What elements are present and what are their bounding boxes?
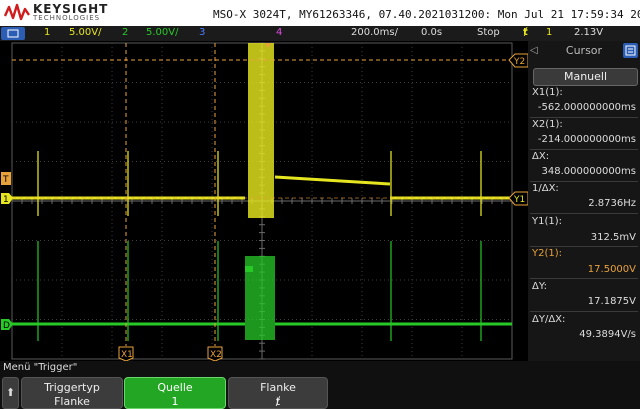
softkey-slope[interactable]: Flanke ⱦ [228,377,328,409]
ch1-scale[interactable]: 5.00V/ [69,27,101,38]
y2-value: 17.5000V [587,264,636,275]
x2-cursor-label: X2 [210,350,222,360]
model-info: MSO-X 3024T, MY61263346, 07.40.202103120… [213,8,640,21]
menu-title: Menü "Trigger" [3,362,78,373]
y2-cursor-label: Y2 [513,57,525,67]
separator [530,278,638,279]
dydx-label: ΔY/ΔX: [532,314,566,325]
waveform-grid[interactable]: T 1 D Y2 Y1 X1 X2 [0,41,529,362]
keysight-logo: KEYSIGHT TECHNOLOGIES [4,2,124,23]
x2-cursor-tag[interactable]: X2 [207,346,223,362]
dydx-value: 49.3894V/s [579,329,636,340]
dx-label: ΔX: [532,151,550,162]
softkey-row: ⬆ Triggertyp Flanke Quelle 1 Flanke ⱦ [0,377,640,409]
softkey-value: ⱦ [275,395,281,408]
trigger-edge-icon: ⱦ [523,27,528,38]
ch1-ground-label: 1 [3,195,9,205]
x1-cursor-label: X1 [121,350,133,360]
y1-value: 312.5mV [590,232,636,243]
softkey-menu: Menü "Trigger" ⬆ Triggertyp Flanke Quell… [0,361,640,409]
panel-menu-icon[interactable] [623,43,638,58]
trigger-level-label: T [2,175,9,185]
softkey-value: 1 [171,395,179,408]
up-arrow-icon: ⬆ [5,386,16,399]
time-scale[interactable]: 200.0ms/ [351,27,398,38]
ch2-number[interactable]: 2 [122,27,128,38]
separator [530,181,638,182]
ch2-ground-label: D [3,321,10,331]
y2-label[interactable]: Y2(1): [532,248,562,259]
dy-value: 17.1875V [587,296,636,307]
brand-subtitle: TECHNOLOGIES [33,14,101,22]
ch3-number[interactable]: 3 [199,27,205,38]
separator [530,246,638,247]
separator [530,149,638,150]
y1-cursor-label: Y1 [513,195,525,205]
softkey-source[interactable]: Quelle 1 [124,377,226,409]
softkey-label: Triggertyp [44,381,100,394]
cursor-panel: ◁ Cursor Manuell X1(1): -562.000000000ms… [528,41,640,361]
cursor-mode-button[interactable]: Manuell [533,68,638,86]
screen-icon [7,29,19,38]
inv-dx-label: 1/ΔX: [532,183,559,194]
x1-cursor-tag[interactable]: X1 [118,346,134,362]
trigger-level[interactable]: 2.13V [574,27,603,38]
dy-label: ΔY: [532,281,547,292]
inv-dx-value: 2.8736Hz [588,198,636,209]
separator [530,311,638,312]
trigger-level-marker[interactable]: T [1,172,11,185]
x1-value: -562.000000000ms [537,102,636,113]
softkey-trigger-type[interactable]: Triggertyp Flanke [21,377,123,409]
channel-status-bar: 1 5.00V/ 2 5.00V/ 3 4 200.0ms/ 0.0s Stop… [0,26,640,41]
home-button[interactable] [1,27,25,40]
ch1-number[interactable]: 1 [44,27,50,38]
y1-label[interactable]: Y1(1): [532,216,562,227]
ch4-number[interactable]: 4 [276,27,282,38]
run-state[interactable]: Stop [477,27,500,38]
dx-value: 348.000000000ms [541,166,636,177]
x2-value: -214.000000000ms [537,134,636,145]
softkey-value: Flanke [54,395,90,408]
ch2-scale[interactable]: 5.00V/ [146,27,178,38]
x1-label[interactable]: X1(1): [532,87,563,98]
x2-label[interactable]: X2(1): [532,119,563,130]
separator [530,213,638,214]
menu-up-button[interactable]: ⬆ [2,377,19,409]
softkey-label: Quelle [157,381,193,394]
time-delay[interactable]: 0.0s [421,27,442,38]
softkey-label: Flanke [260,381,296,394]
waveform-display[interactable]: T 1 D Y2 Y1 X1 X2 [0,41,529,362]
keysight-wave-icon [4,3,30,21]
trigger-source[interactable]: 1 [546,27,552,38]
header-bar: KEYSIGHT TECHNOLOGIES MSO-X 3024T, MY612… [0,0,640,26]
separator [530,117,638,118]
